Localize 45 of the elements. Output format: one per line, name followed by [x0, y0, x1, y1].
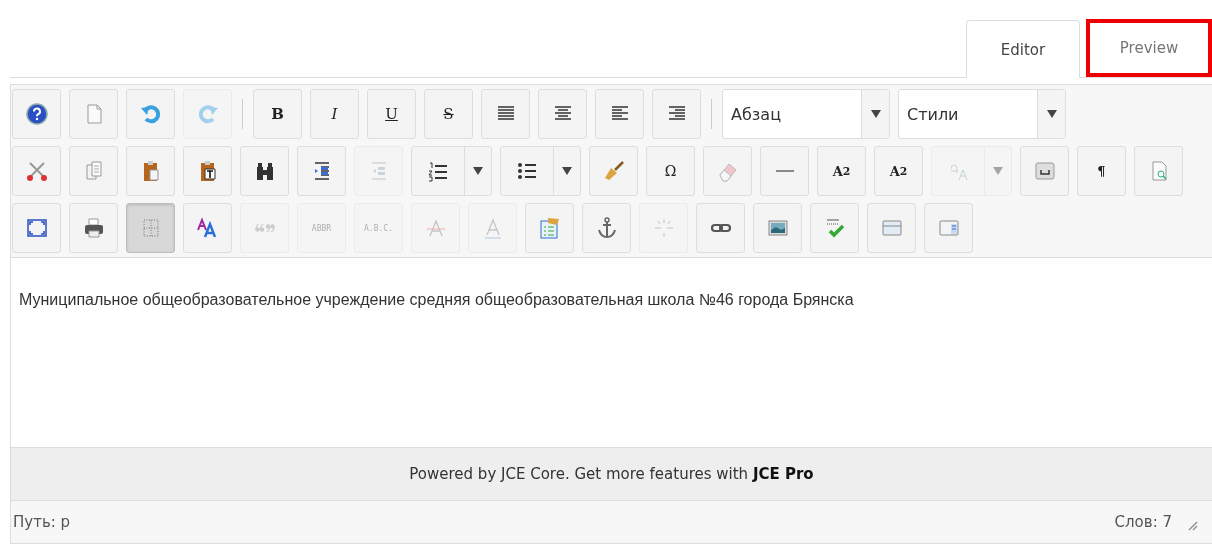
quote-icon	[254, 224, 275, 232]
toolbar-button[interactable]	[240, 146, 289, 196]
element-path: Путь: p	[13, 513, 71, 531]
caret-icon	[562, 167, 572, 175]
toolbar-button[interactable]	[69, 203, 118, 253]
template-icon	[537, 216, 562, 240]
dropdown[interactable]: Абзац	[722, 89, 890, 139]
tab[interactable]: Editor	[966, 20, 1080, 78]
caret-icon	[993, 167, 1003, 175]
help-icon	[24, 102, 49, 126]
horizontal-line-icon	[775, 170, 794, 172]
numbered-list-icon	[426, 159, 450, 183]
toolbar-button[interactable]	[297, 146, 346, 196]
toolbar-button[interactable]	[595, 89, 644, 139]
toolbar-button[interactable]	[183, 146, 232, 196]
toolbar-button[interactable]	[753, 203, 802, 253]
space-icon	[1032, 159, 1057, 183]
dropdown-value: Абзац	[730, 103, 782, 126]
dropdown-value: Стили	[906, 103, 960, 126]
toolbar-button[interactable]	[538, 89, 587, 139]
tab[interactable]: Preview	[1086, 19, 1212, 77]
resize-grip-icon[interactable]	[1186, 519, 1198, 531]
split-button[interactable]	[411, 146, 492, 196]
caret-icon	[1046, 110, 1057, 118]
toolbar-button[interactable]	[696, 203, 745, 253]
caret-icon	[870, 110, 881, 118]
fullscreen-icon	[24, 216, 49, 240]
content-paragraph: Муниципальное общеобразовательное учреждение средняя общеобразовательная школа №46 города Брянска	[19, 291, 855, 309]
dropdown[interactable]: Стили	[898, 89, 1066, 139]
powered-by-text: Powered by JCE Core. Get more features with JCE Pro	[409, 465, 814, 483]
scissors-icon	[24, 159, 49, 183]
italic-button[interactable]: I	[310, 89, 359, 139]
caret-icon	[473, 167, 483, 175]
toolbar-button[interactable]	[12, 89, 61, 139]
paragraph-marks-button[interactable]: ¶	[1077, 146, 1126, 196]
strikethrough-button[interactable]: S	[424, 89, 473, 139]
special-character-button[interactable]: Ω	[646, 146, 695, 196]
toolbar-button[interactable]	[582, 203, 631, 253]
bold-button[interactable]: B	[253, 89, 302, 139]
toolbar-button[interactable]	[652, 89, 701, 139]
toolbar-button[interactable]	[481, 89, 530, 139]
split-button[interactable]	[500, 146, 581, 196]
undo-icon	[138, 102, 163, 126]
word-count: Слов: 7	[1114, 513, 1172, 531]
underline-button[interactable]: U	[367, 89, 416, 139]
